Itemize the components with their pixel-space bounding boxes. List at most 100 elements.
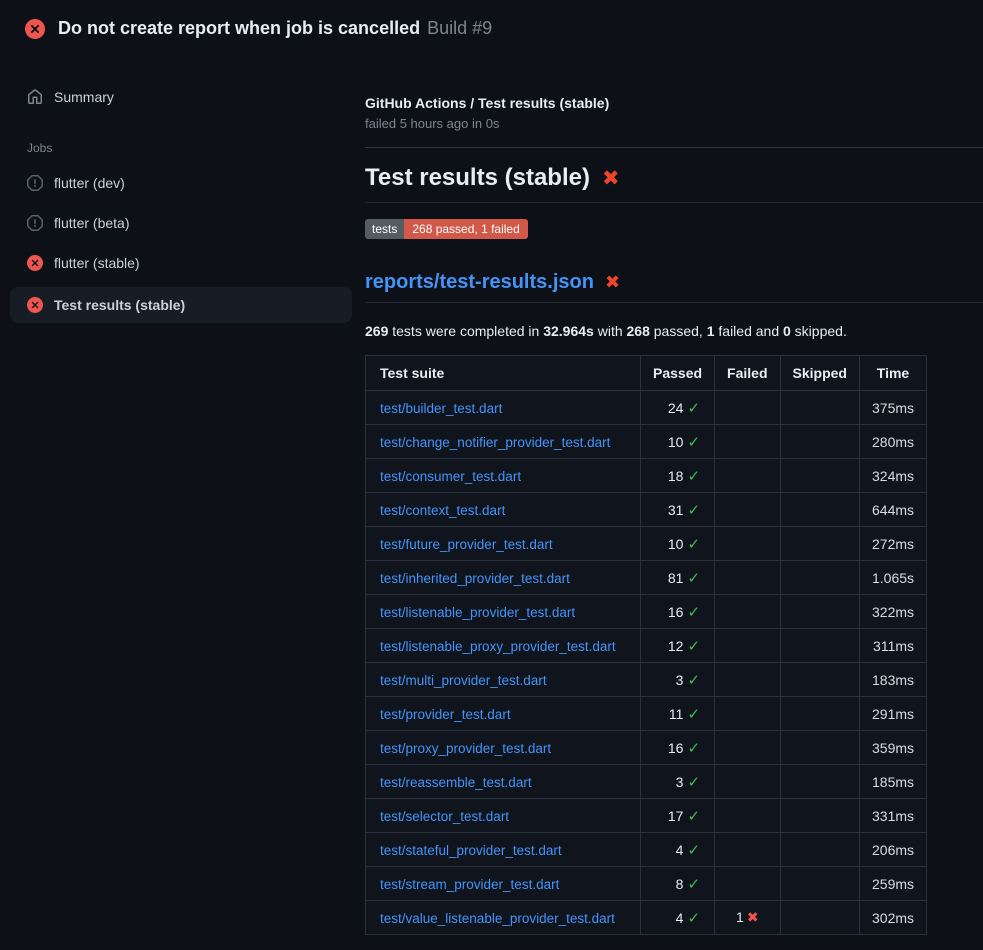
passed-cell: 31✓ [641,493,715,527]
test-suite-link[interactable]: test/stateful_provider_test.dart [380,843,562,858]
summary-line: 269 tests were completed in 32.964s with… [365,323,983,339]
test-suite-link[interactable]: test/future_provider_test.dart [380,537,553,552]
time-cell: 375ms [859,391,926,425]
test-suite-link[interactable]: test/proxy_provider_test.dart [380,741,551,756]
column-header-test-suite: Test suite [366,356,641,391]
x-circle-icon [27,255,43,271]
test-suite-link[interactable]: test/multi_provider_test.dart [380,673,547,688]
time-cell: 206ms [859,833,926,867]
skipped-cell [780,765,859,799]
check-icon: ✓ [687,875,700,893]
table-row: test/listenable_provider_test.dart16✓322… [366,595,927,629]
test-suite-link[interactable]: test/provider_test.dart [380,707,511,722]
failed-cell [715,527,780,561]
table-row: test/stream_provider_test.dart8✓259ms [366,867,927,901]
test-suite-link[interactable]: test/inherited_provider_test.dart [380,571,570,586]
test-suite-link[interactable]: test/value_listenable_provider_test.dart [380,911,615,926]
badge-label: tests [365,219,404,239]
time-cell: 359ms [859,731,926,765]
suite-cell: test/change_notifier_provider_test.dart [366,425,641,459]
test-suite-link[interactable]: test/consumer_test.dart [380,469,521,484]
suite-cell: test/reassemble_test.dart [366,765,641,799]
test-suite-link[interactable]: test/listenable_provider_test.dart [380,605,575,620]
sidebar-item-label: Summary [54,89,114,105]
check-icon: ✓ [687,535,700,553]
passed-cell: 17✓ [641,799,715,833]
summary-segment: skipped. [791,323,847,339]
divider [365,147,983,148]
failed-cell [715,459,780,493]
build-number: Build #9 [427,18,492,38]
failed-cell [715,799,780,833]
x-circle-icon [25,19,45,39]
check-icon: ✓ [687,603,700,621]
table-row: test/reassemble_test.dart3✓185ms [366,765,927,799]
failed-cell [715,493,780,527]
x-icon: ✖ [747,910,759,926]
check-icon: ✓ [687,705,700,723]
table-row: test/future_provider_test.dart10✓272ms [366,527,927,561]
skipped-cell [780,391,859,425]
suite-cell: test/builder_test.dart [366,391,641,425]
check-icon: ✓ [687,637,700,655]
time-cell: 324ms [859,459,926,493]
failed-cell [715,595,780,629]
check-icon: ✓ [687,773,700,791]
sidebar-item-flutter-beta[interactable]: flutter (beta) [10,207,352,239]
page-title: Do not create report when job is cancell… [58,18,492,39]
check-icon: ✓ [687,569,700,587]
time-cell: 183ms [859,663,926,697]
table-row: test/context_test.dart 31✓ 644ms [366,493,927,527]
failed-cell: 1✖ [715,901,780,935]
skipped-cell [780,867,859,901]
check-icon: ✓ [687,841,700,859]
sidebar-item-summary[interactable]: Summary [10,81,352,113]
failed-cell [715,697,780,731]
sidebar-item-flutter-stable[interactable]: flutter (stable) [10,247,352,279]
test-suite-link[interactable]: test/listenable_proxy_provider_test.dart [380,639,616,654]
test-suite-link[interactable]: test/change_notifier_provider_test.dart [380,435,610,450]
sidebar-item-label: flutter (stable) [54,255,140,271]
skipped-cell [780,731,859,765]
failed-cell [715,391,780,425]
skipped-cell [780,799,859,833]
table-row: test/value_listenable_provider_test.dart… [366,901,927,935]
jobs-list: flutter (dev) flutter (beta) flutter (st… [10,167,352,323]
passed-cell: 3✓ [641,765,715,799]
test-suite-link[interactable]: test/builder_test.dart [380,401,502,416]
suite-cell: test/consumer_test.dart [366,459,641,493]
suite-cell: test/proxy_provider_test.dart [366,731,641,765]
tests-badge: tests 268 passed, 1 failed [365,219,528,239]
jobs-section-label: Jobs [10,141,352,155]
table-row: test/consumer_test.dart18✓324ms [366,459,927,493]
failed-cell [715,561,780,595]
test-suite-link[interactable]: test/context_test.dart [380,503,505,518]
breadcrumb: GitHub Actions / Test results (stable) [365,95,983,111]
test-suite-link[interactable]: test/reassemble_test.dart [380,775,532,790]
time-cell: 331ms [859,799,926,833]
x-circle-icon [27,297,43,313]
time-cell: 259ms [859,867,926,901]
table-header-row: Test suitePassedFailedSkippedTime [366,356,927,391]
table-row: test/change_notifier_provider_test.dart1… [366,425,927,459]
suite-cell: test/multi_provider_test.dart [366,663,641,697]
check-title: Do not create report when job is cancell… [58,18,420,38]
summary-segment: with [594,323,627,339]
skipped-cell [780,629,859,663]
test-suite-link[interactable]: test/selector_test.dart [380,809,509,824]
badge-value: 268 passed, 1 failed [404,219,527,239]
section-title: Test results (stable) ✖ [365,164,983,203]
suite-cell: test/provider_test.dart [366,697,641,731]
time-cell: 644ms [859,493,926,527]
stop-icon [27,175,43,191]
skipped-cell [780,561,859,595]
sidebar-item-test-results-stable[interactable]: Test results (stable) [10,287,352,323]
section-title-text: Test results (stable) [365,164,590,192]
test-suite-link[interactable]: test/stream_provider_test.dart [380,877,559,892]
skipped-cell [780,459,859,493]
report-file-link[interactable]: reports/test-results.json [365,271,594,294]
check-icon: ✓ [687,807,700,825]
sidebar-item-flutter-dev[interactable]: flutter (dev) [10,167,352,199]
summary-segment: 1 [707,323,715,339]
suite-cell: test/listenable_provider_test.dart [366,595,641,629]
